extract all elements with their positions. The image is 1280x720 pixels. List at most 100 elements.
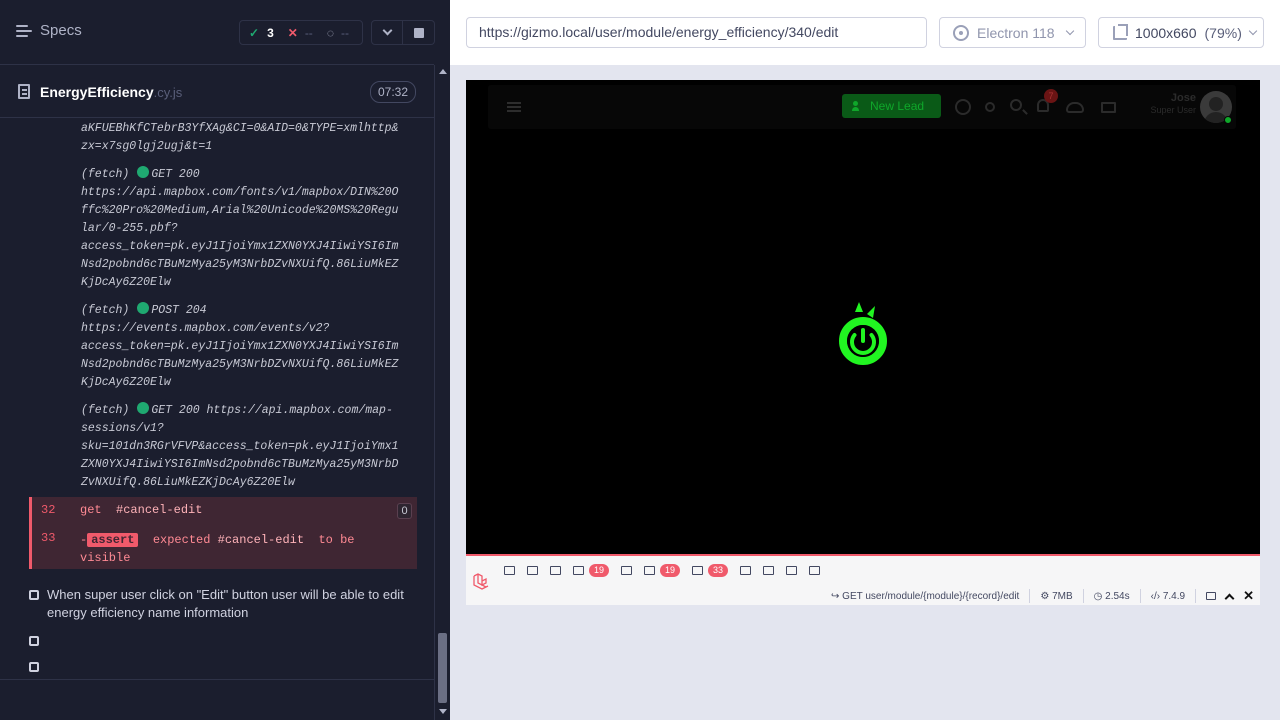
test-item[interactable]	[29, 632, 47, 646]
chevron-down-icon	[1065, 26, 1074, 35]
divider	[0, 679, 434, 680]
timeline-tab[interactable]	[527, 565, 538, 575]
route-info[interactable]: ↪ GET user/module/{module}/{record}/edit	[831, 591, 1019, 602]
browser-selector[interactable]: Electron 118	[939, 17, 1086, 48]
app-viewport: New Lead 7 Jose Super User	[466, 80, 1260, 554]
debug-bar: 19 19 33 ↪ GET user/module/{module}/{rec…	[466, 554, 1260, 605]
test-item[interactable]	[29, 658, 47, 672]
runner-header: Specs ✓ 3 ✕ -- ◌ --	[0, 0, 435, 65]
request-tab[interactable]	[809, 565, 821, 575]
specs-button[interactable]: Specs	[16, 22, 82, 39]
app-navbar: New Lead 7 Jose Super User	[488, 85, 1236, 129]
tags-icon	[809, 565, 821, 575]
status-dot-icon	[137, 402, 150, 414]
test-checkbox-icon	[29, 590, 39, 600]
command-row-assert[interactable]: 33 - assert expected #cancel-edit to be vi…	[29, 523, 417, 569]
viewport-selector[interactable]: 1000x660 (79%)	[1098, 17, 1264, 48]
screen: Specs ✓ 3 ✕ -- ◌ -- EnergyEfficiency.cy.js …	[0, 0, 1280, 720]
chevron-down-icon	[1248, 26, 1258, 35]
messages-icon	[504, 565, 515, 575]
pending-stat: ◌ --	[326, 25, 349, 40]
exceptions-tab[interactable]	[550, 565, 561, 575]
database-icon	[644, 565, 656, 575]
share-icon	[621, 565, 633, 575]
assert-tag: assert	[87, 533, 139, 547]
menu-icon[interactable]	[507, 102, 521, 112]
command-row-get[interactable]: 32 get #cancel-edit 0	[29, 497, 417, 523]
maximize-icon[interactable]	[1224, 593, 1235, 603]
specs-label: Specs	[40, 22, 82, 39]
url-bar[interactable]: https://gizmo.local/user/module/energy_e…	[466, 17, 927, 48]
failed-stat: ✕ --	[287, 25, 313, 40]
debug-tabs: 19 19 33	[504, 561, 832, 579]
loader-spike	[855, 302, 863, 312]
status-dot-icon	[137, 302, 150, 314]
document-icon	[18, 84, 30, 99]
mails-tab[interactable]	[740, 565, 752, 575]
online-status-dot	[1224, 116, 1232, 124]
spec-duration: 07:32	[369, 81, 416, 103]
inbox-icon	[740, 565, 752, 575]
history-icon[interactable]	[955, 99, 971, 115]
scrollbar-thumb[interactable]	[438, 633, 447, 703]
user-role: Super User	[1150, 105, 1196, 115]
log-entry-continued[interactable]: aKFUEBhKfCTebrB3YfXAg&CI=0&AID=0&TYPE=xm…	[81, 120, 421, 156]
collapse-button[interactable]	[371, 20, 403, 45]
chevron-down-icon	[382, 25, 392, 36]
element-count-badge: 0	[397, 503, 412, 519]
test-checkbox-icon	[29, 662, 39, 672]
scroll-up-icon[interactable]	[439, 69, 447, 74]
status-dot-icon	[137, 166, 150, 178]
user-name: Jose	[1170, 92, 1196, 104]
zoom-level: (79%)	[1204, 24, 1242, 41]
search-icon[interactable]	[1010, 99, 1022, 111]
sun-icon[interactable]	[985, 102, 995, 112]
stop-icon	[413, 27, 424, 38]
mail-icon[interactable]	[1101, 102, 1116, 113]
preview-panel: https://gizmo.local/user/module/energy_e…	[450, 0, 1280, 720]
messages-tab[interactable]	[504, 565, 515, 575]
ruler-icon	[1113, 23, 1128, 40]
cloud-icon[interactable]	[1066, 102, 1084, 113]
models-tab[interactable]: 33	[692, 563, 729, 577]
views-tab[interactable]: 19	[573, 563, 610, 577]
time-info: ◷ 2.54s	[1093, 590, 1130, 602]
passed-stat: ✓ 3	[249, 25, 274, 40]
log-entry[interactable]: (fetch) POST 204 https://events.mapbox.co…	[81, 302, 421, 392]
test-checkbox-icon	[29, 636, 39, 646]
folder-open-icon[interactable]	[1206, 592, 1217, 600]
preview-toolbar: https://gizmo.local/user/module/energy_e…	[450, 0, 1280, 65]
power-loader-icon	[839, 302, 887, 365]
memory-info: ⚙ 7MB	[1040, 590, 1073, 602]
queries-tab[interactable]: 19	[644, 563, 681, 577]
browser-label: Electron 118	[977, 24, 1055, 41]
gate-tab[interactable]	[763, 565, 775, 575]
version-info: ‹/› 7.4.9	[1150, 590, 1186, 602]
log-entry[interactable]: (fetch) GET 200 https://api.mapbox.com/ma…	[81, 402, 421, 492]
bug-icon	[550, 565, 561, 575]
spec-file-row[interactable]: EnergyEfficiency.cy.js 07:32	[0, 66, 434, 118]
viewport-size: 1000x660	[1135, 24, 1197, 41]
scroll-down-icon[interactable]	[439, 709, 447, 714]
runner-scrollbar[interactable]	[434, 65, 450, 720]
archive-icon	[786, 565, 798, 575]
session-tab[interactable]	[786, 565, 798, 575]
timeline-icon	[527, 565, 538, 575]
spec-file-name: EnergyEfficiency.cy.js	[40, 84, 183, 100]
electron-icon	[953, 24, 969, 41]
stop-button[interactable]	[403, 20, 435, 45]
count-badge: 33	[708, 563, 729, 577]
app-under-test: New Lead 7 Jose Super User 19 19 33 ↪ GE…	[466, 80, 1260, 605]
laravel-logo[interactable]	[472, 572, 490, 590]
close-icon[interactable]: ✕	[1243, 588, 1254, 604]
test-stats: ✓ 3 ✕ -- ◌ --	[239, 20, 363, 45]
log-entry[interactable]: (fetch) GET 200 https://api.mapbox.com/fo…	[81, 166, 421, 292]
notification-badge: 7	[1044, 89, 1058, 103]
test-item[interactable]: When super user click on "Edit" button u…	[29, 586, 404, 622]
add-user-icon	[852, 101, 864, 111]
new-lead-button[interactable]: New Lead	[842, 94, 941, 118]
test-title: When super user click on "Edit" button u…	[47, 587, 404, 620]
count-badge: 19	[589, 563, 610, 577]
list-icon	[16, 24, 32, 37]
route-tab[interactable]	[621, 565, 633, 575]
